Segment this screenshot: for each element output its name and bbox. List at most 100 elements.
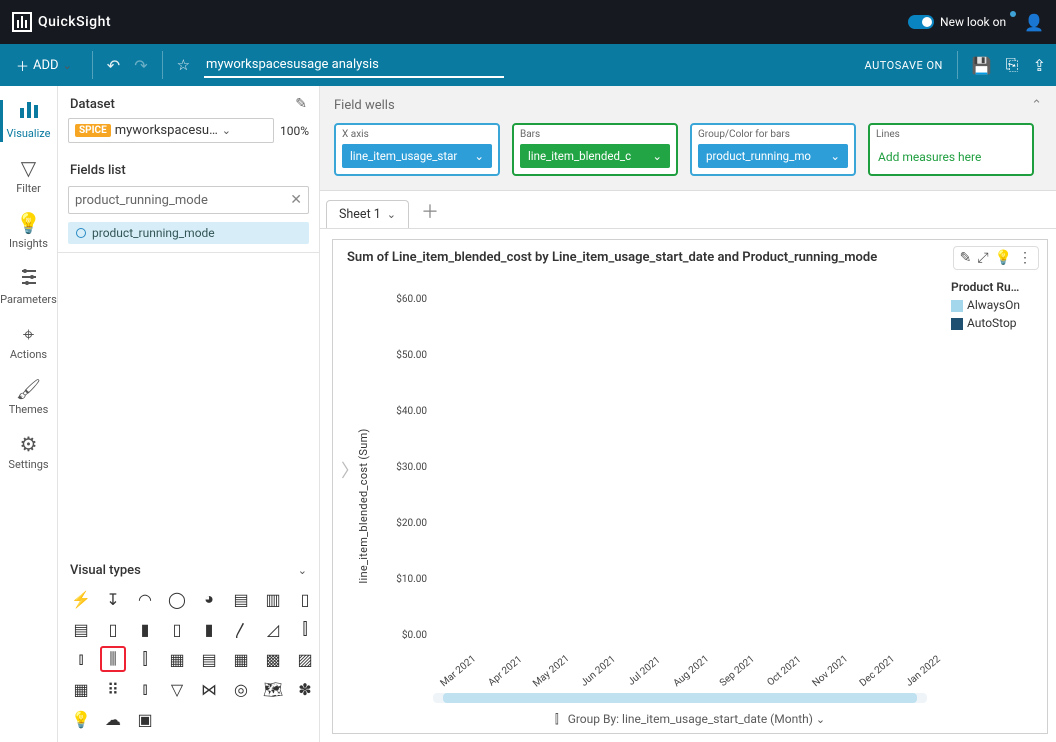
chevron-down-icon[interactable]: ⌄: [298, 564, 307, 577]
vt-hbar2-icon[interactable]: ▤: [68, 616, 94, 642]
themes-icon: 🖌: [0, 379, 58, 399]
rail-label: Filter: [16, 182, 41, 195]
vt-stack100-icon[interactable]: ▮: [132, 616, 158, 642]
vt-vstack-icon[interactable]: ▯: [100, 616, 126, 642]
vt-pie-icon[interactable]: ◕: [196, 586, 222, 612]
vt-boxplot-icon[interactable]: ⫾: [132, 676, 158, 702]
vt-insight-icon[interactable]: 💡: [68, 706, 94, 732]
vt-vbar2-icon[interactable]: ▯: [164, 616, 190, 642]
legend-item[interactable]: AutoStop: [951, 316, 1037, 330]
rail-actions[interactable]: ⌖ Actions: [0, 314, 58, 369]
vt-waterfall-icon[interactable]: ⫿: [132, 646, 158, 672]
scroll-left-icon[interactable]: 〉: [341, 457, 359, 483]
add-sheet-button[interactable]: ＋: [413, 194, 447, 228]
sheet-tab[interactable]: Sheet 1 ⌄: [326, 200, 409, 228]
fields-header-label: Fields list: [70, 163, 126, 178]
vt-heat2-icon[interactable]: ▩: [260, 646, 286, 672]
vt-gauge-icon[interactable]: ◠: [132, 586, 158, 612]
add-button[interactable]: ＋ ADD ⌄: [10, 50, 78, 81]
vt-table-icon[interactable]: ▤: [196, 646, 222, 672]
vt-custom-icon[interactable]: ▣: [132, 706, 158, 732]
vt-funnel-icon[interactable]: ▽: [164, 676, 190, 702]
chart-plot: [377, 290, 939, 645]
vt-scatter-icon[interactable]: ⠿: [100, 676, 126, 702]
x-tick: Jul 2021: [623, 652, 666, 690]
rail-parameters[interactable]: Parameters: [0, 258, 58, 314]
vt-pivot-icon[interactable]: ▦: [164, 646, 190, 672]
vt-heat3-icon[interactable]: ▨: [292, 646, 318, 672]
well-bars[interactable]: Bars line_item_blended_c ⌄: [512, 123, 678, 176]
legend-label: AlwaysOn: [967, 298, 1020, 312]
undo-button[interactable]: ↶: [107, 56, 120, 75]
well-lines[interactable]: Lines Add measures here: [868, 123, 1034, 176]
vt-heatmap-icon[interactable]: ▦: [228, 646, 254, 672]
share-icon[interactable]: ⇪: [1033, 56, 1046, 75]
vt-radar-icon[interactable]: ✽: [292, 676, 318, 702]
rail-visualize[interactable]: Visualize: [0, 90, 58, 148]
well-xaxis[interactable]: X axis line_item_usage_star ⌄: [334, 123, 500, 176]
well-group-color[interactable]: Group/Color for bars product_running_mo …: [690, 123, 856, 176]
rail-themes[interactable]: 🖌 Themes: [0, 369, 58, 424]
analysis-title-input[interactable]: [204, 53, 504, 78]
chevron-down-icon[interactable]: ⌄: [387, 208, 396, 221]
viz-menu-icon[interactable]: ⋮: [1018, 250, 1032, 266]
sheet-tab-label: Sheet 1: [339, 207, 381, 222]
export-icon[interactable]: ⎘: [1006, 55, 1019, 75]
vt-hbar-icon[interactable]: ▤: [228, 586, 254, 612]
x-ticks: Mar 2021Apr 2021May 2021Jun 2021Jul 2021…: [427, 676, 939, 687]
edit-viz-icon[interactable]: ✎: [960, 250, 972, 266]
well-label: Bars: [520, 129, 670, 144]
favorite-star-icon[interactable]: ☆: [177, 56, 190, 74]
dataset-row: SPICE myworkspacesu… ⌄ 100%: [58, 118, 319, 153]
legend-swatch-autostop-icon: [951, 318, 963, 330]
vt-vbar3-icon[interactable]: ▮: [196, 616, 222, 642]
visual-types-label: Visual types: [70, 563, 141, 578]
well-chip[interactable]: line_item_blended_c ⌄: [520, 144, 670, 168]
clear-search-icon[interactable]: ✕: [290, 192, 302, 208]
vt-combo1-icon[interactable]: ⫿: [292, 616, 318, 642]
vt-vbar-icon[interactable]: ▯: [292, 586, 318, 612]
x-tick: Oct 2021: [763, 652, 806, 690]
well-chip[interactable]: product_running_mo ⌄: [698, 144, 848, 168]
well-chip[interactable]: line_item_usage_star ⌄: [342, 144, 492, 168]
plus-icon: ＋: [16, 56, 29, 75]
fields-search-input[interactable]: [75, 193, 290, 208]
x-tick: Nov 2021: [809, 652, 852, 690]
vt-map-icon[interactable]: 🗺: [260, 676, 286, 702]
rail-settings[interactable]: ⚙ Settings: [0, 424, 58, 479]
dataset-selector[interactable]: SPICE myworkspacesu… ⌄: [68, 118, 274, 143]
parameters-icon: [0, 268, 58, 289]
field-item[interactable]: product_running_mode: [68, 222, 309, 244]
expand-viz-icon[interactable]: ⤢: [977, 250, 988, 266]
vt-kpi-icon[interactable]: ↧: [100, 586, 126, 612]
new-look-toggle[interactable]: [908, 15, 934, 29]
rail-insights[interactable]: 💡 Insights: [0, 203, 58, 258]
vt-auto-icon[interactable]: ⚡: [68, 586, 94, 612]
insight-viz-icon[interactable]: 💡: [995, 250, 1012, 266]
rail-filter[interactable]: ▽ Filter: [0, 148, 58, 203]
vt-line-icon[interactable]: 〳: [228, 616, 254, 642]
well-label: Lines: [876, 129, 900, 144]
rail-label: Visualize: [7, 127, 51, 140]
save-icon[interactable]: 💾: [972, 56, 992, 75]
vt-donut-icon[interactable]: ◯: [164, 586, 190, 612]
vt-geo-icon[interactable]: ◎: [228, 676, 254, 702]
vt-cluster-bar-combo-icon[interactable]: ⫼: [100, 646, 126, 672]
chart-hscroll-thumb[interactable]: [443, 693, 917, 703]
user-icon[interactable]: 👤: [1024, 13, 1044, 32]
group-by-footer[interactable]: ⫿ Group By: line_item_usage_start_date (…: [333, 712, 1047, 727]
settings-icon: ⚙: [0, 434, 58, 454]
fields-search[interactable]: ✕: [68, 186, 309, 214]
vt-combo2-icon[interactable]: ⫾: [68, 646, 94, 672]
vt-hstack-icon[interactable]: ▥: [260, 586, 286, 612]
vt-area-icon[interactable]: ◿: [260, 616, 286, 642]
viz-card[interactable]: Sum of Line_item_blended_cost by Line_it…: [332, 239, 1048, 734]
redo-button[interactable]: ↷: [134, 56, 147, 75]
vt-tree-icon[interactable]: ▦: [68, 676, 94, 702]
vt-sankey-icon[interactable]: ⋈: [196, 676, 222, 702]
vt-wordcloud-icon[interactable]: ☁: [100, 706, 126, 732]
edit-dataset-icon[interactable]: ✎: [295, 96, 307, 112]
legend-item[interactable]: AlwaysOn: [951, 298, 1037, 312]
chart-hscroll[interactable]: [433, 693, 927, 703]
collapse-fieldwells-icon[interactable]: ⌃: [1031, 98, 1042, 113]
